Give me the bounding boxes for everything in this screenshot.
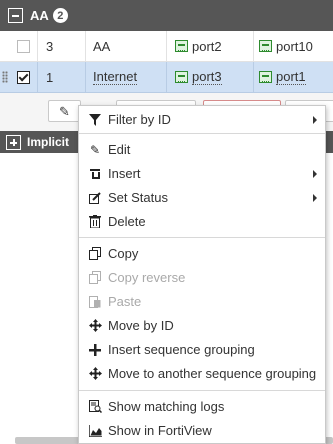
trash-icon <box>88 215 102 229</box>
submenu-arrow-icon <box>313 194 317 202</box>
group-title: AA <box>30 8 49 23</box>
insert-icon <box>88 167 102 181</box>
menu-item-move-by-id[interactable]: Move by ID <box>79 314 325 337</box>
port-icon <box>175 71 188 83</box>
row-name-link[interactable]: Internet <box>93 69 138 85</box>
row-checkbox-checked[interactable] <box>17 70 30 84</box>
menu-item-label: Copy reverse <box>108 270 186 285</box>
row-destination-interface: port1 <box>254 62 333 92</box>
menu-item-copy-reverse[interactable]: Copy reverse <box>79 266 325 289</box>
row-source-interface: port3 <box>167 62 254 92</box>
row-name: AA <box>86 31 167 61</box>
row-id: 3 <box>38 31 86 61</box>
menu-item-paste[interactable]: Paste <box>79 290 325 313</box>
menu-item-label: Paste <box>108 294 142 309</box>
plus-icon <box>88 343 102 357</box>
menu-item-label: Insert sequence grouping <box>108 342 255 357</box>
menu-item-edit[interactable]: ✎ Edit <box>79 138 325 161</box>
submenu-arrow-icon <box>313 170 317 178</box>
collapse-icon[interactable] <box>8 8 23 23</box>
copy-reverse-icon <box>88 271 102 285</box>
menu-item-label: Set Status <box>108 190 168 205</box>
row-id: 1 <box>38 62 86 92</box>
submenu-arrow-icon <box>313 116 317 124</box>
filter-icon <box>88 113 102 127</box>
log-search-icon <box>88 400 102 414</box>
row-checkbox-cell[interactable] <box>10 31 38 61</box>
row-drag-handle[interactable] <box>0 62 10 92</box>
move-arrows-icon <box>88 319 102 333</box>
row-source-interface: port2 <box>167 31 254 61</box>
source-port-label: port2 <box>192 38 222 54</box>
move-arrows-icon <box>88 367 102 381</box>
implicit-group-label: Implicit <box>27 135 70 149</box>
menu-item-label: Move by ID <box>108 318 174 333</box>
menu-item-show-in-fortiview[interactable]: Show in FortiView <box>79 419 325 442</box>
row-checkbox-cell[interactable] <box>10 62 38 92</box>
pencil-icon: ✎ <box>89 142 101 157</box>
table-row[interactable]: 3 AA port2 port10 <box>0 31 333 62</box>
context-menu: Filter by ID ✎ Edit Insert Set Status De… <box>78 105 326 444</box>
menu-item-label: Edit <box>108 142 131 157</box>
menu-item-insert-sequence-grouping[interactable]: Insert sequence grouping <box>79 338 325 361</box>
port-icon <box>259 40 272 52</box>
menu-item-insert[interactable]: Insert <box>79 162 325 185</box>
group-header-aa[interactable]: AA 2 <box>0 0 333 31</box>
expand-icon[interactable] <box>6 134 21 150</box>
menu-item-move-to-another-sequence-grouping[interactable]: Move to another sequence grouping <box>79 362 325 385</box>
grip-icon[interactable] <box>2 71 8 83</box>
pencil-icon: ✎ <box>59 104 70 119</box>
menu-divider <box>79 237 325 238</box>
menu-item-label: Filter by ID <box>108 112 171 127</box>
group-count-badge: 2 <box>52 8 68 23</box>
row-destination-interface: port10 <box>254 31 333 61</box>
copy-icon <box>88 247 102 261</box>
area-chart-icon <box>88 424 102 438</box>
edit-row-button[interactable]: ✎ <box>48 100 81 122</box>
menu-item-label: Show in FortiView <box>108 423 212 438</box>
row-checkbox[interactable] <box>17 39 30 53</box>
row-drag-handle[interactable] <box>0 31 10 61</box>
destination-port-label: port10 <box>276 38 313 54</box>
paste-icon <box>88 295 102 309</box>
menu-item-label: Insert <box>108 166 141 181</box>
destination-port-label[interactable]: port1 <box>276 69 306 85</box>
menu-item-set-status[interactable]: Set Status <box>79 186 325 209</box>
source-port-label[interactable]: port3 <box>192 69 222 85</box>
port-icon <box>259 71 272 83</box>
menu-divider <box>79 390 325 391</box>
set-status-icon <box>88 191 102 205</box>
menu-item-copy[interactable]: Copy <box>79 242 325 265</box>
table-row-selected[interactable]: 1 Internet port3 port1 <box>0 62 333 93</box>
menu-item-label: Copy <box>108 246 139 261</box>
menu-divider <box>79 133 325 134</box>
menu-item-label: Delete <box>108 214 146 229</box>
menu-item-delete[interactable]: Delete <box>79 210 325 233</box>
port-icon <box>175 40 188 52</box>
menu-item-filter-by-id[interactable]: Filter by ID <box>79 108 325 131</box>
menu-item-show-matching-logs[interactable]: Show matching logs <box>79 395 325 418</box>
menu-item-label: Show matching logs <box>108 399 225 414</box>
menu-item-label: Move to another sequence grouping <box>108 366 317 381</box>
row-name: Internet <box>86 62 167 92</box>
